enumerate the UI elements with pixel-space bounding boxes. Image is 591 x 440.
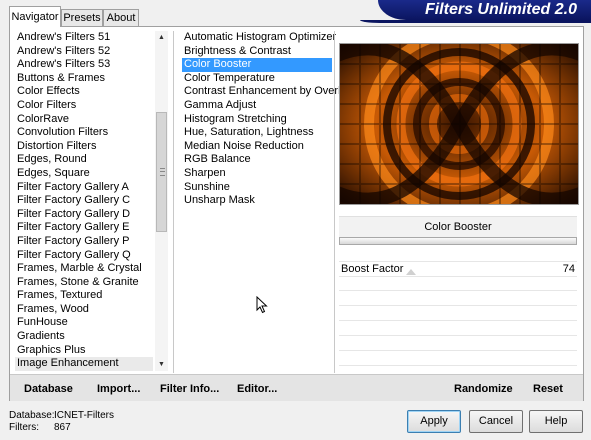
category-list-item[interactable]: FunHouse — [15, 316, 153, 330]
category-list-item[interactable]: Frames, Stone & Granite — [15, 276, 153, 290]
category-list-item[interactable]: Filter Factory Gallery D — [15, 208, 153, 222]
preview-pattern — [340, 44, 578, 204]
reset-button[interactable]: Reset — [533, 383, 563, 395]
category-list-item[interactable]: Frames, Textured — [15, 289, 153, 303]
category-list-item[interactable]: Image Enhancement — [15, 357, 153, 371]
filter-list-item[interactable]: Contrast Enhancement by Overlay — [182, 85, 352, 99]
grip-icon — [160, 168, 165, 176]
category-list-item[interactable]: Frames, Marble & Crystal — [15, 262, 153, 276]
category-list-item[interactable]: Color Filters — [15, 99, 153, 113]
randomize-button[interactable]: Randomize — [454, 383, 513, 395]
filter-list-item[interactable]: RGB Balance — [182, 153, 332, 167]
filter-list-item[interactable]: Automatic Histogram Optimizer — [182, 31, 336, 45]
list-divider — [173, 31, 174, 373]
filter-preview-image — [339, 43, 579, 205]
app-banner-title: Filters Unlimited 2.0 — [378, 0, 591, 20]
filter-list-item[interactable]: Color Temperature — [182, 72, 332, 86]
banner-underline — [360, 20, 591, 23]
category-list-item[interactable]: Buttons & Frames — [15, 72, 153, 86]
tab-presets[interactable]: Presets — [61, 9, 103, 26]
filter-list-item[interactable]: Histogram Stretching — [182, 113, 332, 127]
status-filters-value: 867 — [54, 422, 71, 433]
help-button[interactable]: Help — [529, 410, 583, 433]
param-row-empty — [339, 306, 577, 321]
scroll-down-icon[interactable]: ▼ — [155, 358, 168, 371]
filter-title: Color Booster — [339, 216, 577, 237]
database-button[interactable]: Database — [24, 383, 73, 395]
category-scrollbar[interactable]: ▲ ▼ — [155, 31, 168, 371]
category-list-item[interactable]: Filter Factory Gallery P — [15, 235, 153, 249]
category-list-item[interactable]: Filter Factory Gallery Q — [15, 249, 153, 263]
category-list[interactable]: Andrew's Filters 51 Andrew's Filters 52 An… — [15, 31, 153, 371]
category-list-item[interactable]: Filter Factory Gallery E — [15, 221, 153, 235]
tab-about[interactable]: About — [103, 9, 139, 26]
param-row-boost-factor[interactable]: Boost Factor 74 — [339, 261, 577, 277]
category-list-item[interactable]: Andrew's Filters 53 — [15, 58, 153, 72]
filter-list-item[interactable]: Sunshine — [182, 181, 332, 195]
param-row-empty — [339, 276, 577, 291]
mouse-cursor-icon — [256, 296, 268, 314]
status-filters-label: Filters: — [9, 422, 39, 433]
category-list-item[interactable]: Andrew's Filters 52 — [15, 45, 153, 59]
scroll-up-icon[interactable]: ▲ — [155, 31, 168, 44]
filter-list-item[interactable]: Hue, Saturation, Lightness — [182, 126, 332, 140]
category-list-item[interactable]: Color Effects — [15, 85, 153, 99]
category-list-item[interactable]: ColorRave — [15, 113, 153, 127]
param-row-empty — [339, 321, 577, 336]
filter-list-item[interactable]: Gamma Adjust — [182, 99, 332, 113]
import-button[interactable]: Import... — [97, 383, 140, 395]
param-value: 74 — [562, 263, 575, 275]
category-list-item[interactable]: Filter Factory Gallery A — [15, 181, 153, 195]
filter-list[interactable]: Automatic Histogram Optimizer Brightness … — [182, 31, 352, 208]
param-row-empty — [339, 291, 577, 306]
category-list-item[interactable]: Edges, Square — [15, 167, 153, 181]
category-list-item[interactable]: Gradients — [15, 330, 153, 344]
editor-button[interactable]: Editor... — [237, 383, 277, 395]
category-list-item[interactable]: Graphics Plus — [15, 344, 153, 358]
category-list-item[interactable]: Filter Factory Gallery C — [15, 194, 153, 208]
status-database-label: Database: — [9, 410, 55, 421]
filter-list-item[interactable]: Color Booster — [182, 58, 332, 72]
preview-divider — [334, 31, 335, 373]
category-list-item[interactable]: Andrew's Filters 51 — [15, 31, 153, 45]
param-row-empty — [339, 351, 577, 366]
param-name: Boost Factor — [341, 263, 404, 275]
filter-list-item[interactable]: Median Noise Reduction — [182, 140, 332, 154]
filter-progress-bar — [339, 237, 577, 245]
tab-navigator[interactable]: Navigator — [9, 6, 61, 27]
param-row-empty — [339, 336, 577, 351]
category-list-item[interactable]: Frames, Wood — [15, 303, 153, 317]
filter-list-item[interactable]: Brightness & Contrast — [182, 45, 332, 59]
category-list-item[interactable]: Edges, Round — [15, 153, 153, 167]
param-slider-marker-icon[interactable] — [406, 269, 416, 275]
filter-info-button[interactable]: Filter Info... — [160, 383, 219, 395]
scrollbar-thumb[interactable] — [156, 112, 167, 232]
category-list-item[interactable]: Distortion Filters — [15, 140, 153, 154]
filter-list-item[interactable]: Sharpen — [182, 167, 332, 181]
status-database-value: ICNET-Filters — [54, 410, 114, 421]
cancel-button[interactable]: Cancel — [469, 410, 523, 433]
apply-button[interactable]: Apply — [407, 410, 461, 433]
category-list-item[interactable]: Convolution Filters — [15, 126, 153, 140]
filter-list-item[interactable]: Unsharp Mask — [182, 194, 332, 208]
